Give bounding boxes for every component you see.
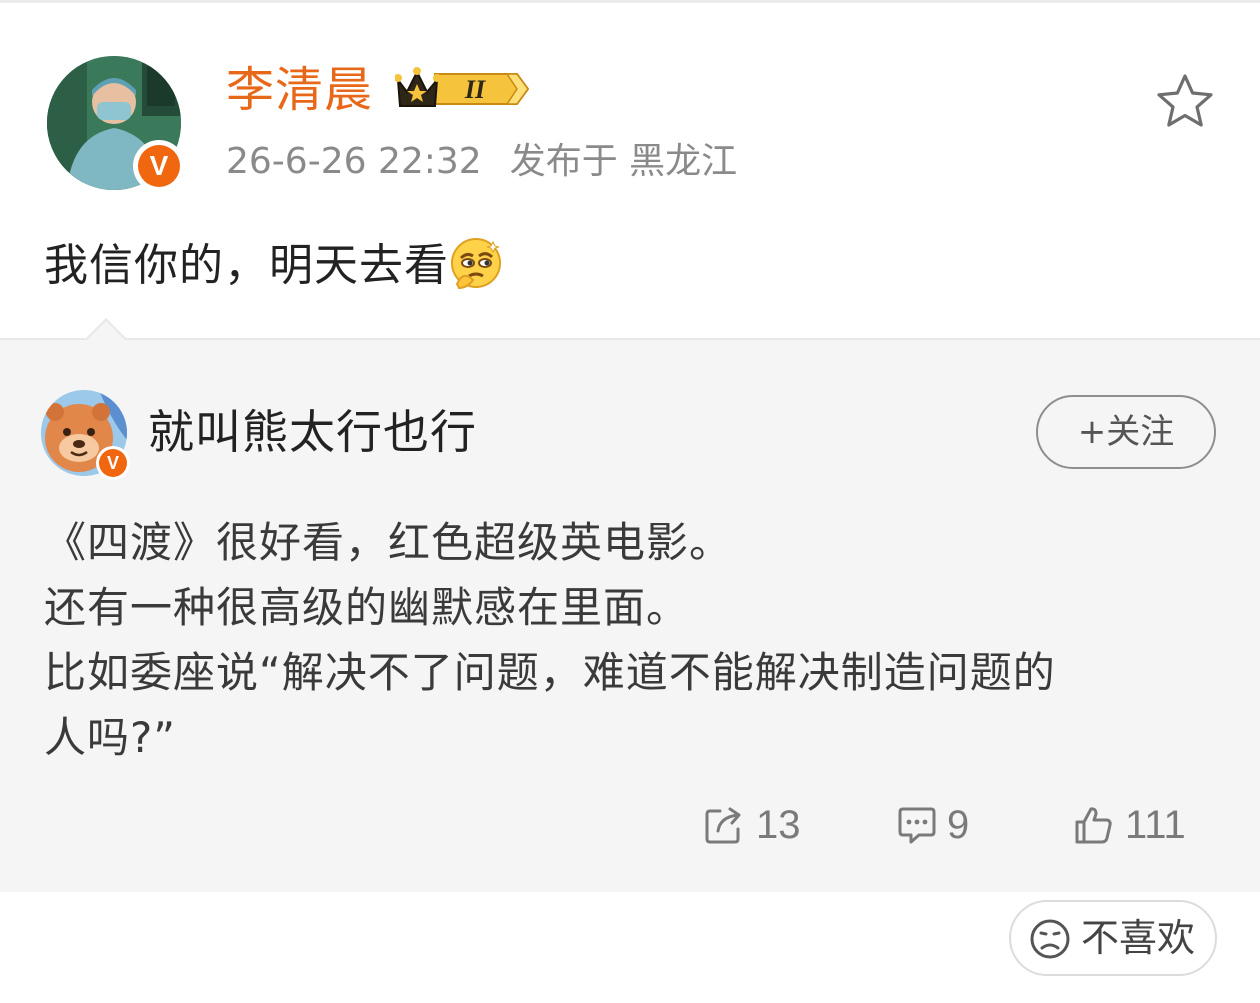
quote-pointer-fill: [86, 321, 126, 341]
like-button[interactable]: 111: [1073, 797, 1193, 853]
follow-button[interactable]: +关注: [1036, 395, 1216, 469]
sad-face-icon: [1030, 919, 1070, 959]
quoted-post-text: 《四渡》很好看，红色超级英电影。 还有一种很高级的幽默感在里面。 比如委座说“解…: [44, 510, 1234, 770]
quoted-text-line: 人吗?”: [44, 713, 177, 762]
quoted-text-line: 比如委座说“解决不了问题，难道不能解决制造问题的: [44, 648, 1056, 697]
post-location: 发布于 黑龙江: [509, 141, 738, 182]
repost-icon: [705, 807, 741, 844]
quoted-author-name[interactable]: 就叫熊太行也行: [148, 402, 477, 462]
comment-button[interactable]: 9: [897, 797, 977, 853]
post-content: 我信你的，明天去看: [44, 236, 503, 295]
favorite-star-button[interactable]: [1155, 72, 1215, 130]
thumbs-up-icon: [1075, 807, 1112, 844]
weibo-post-page: V 李清晨 II 26-6-26 22:32 发布于 黑龙江 我信你的，明天去看: [0, 0, 1260, 1003]
repost-button[interactable]: 13: [704, 797, 804, 853]
level-badge-text: II: [464, 75, 486, 104]
post-time: 26-6-26 22:32: [226, 141, 482, 182]
quoted-verified-badge: V: [96, 446, 130, 480]
quoted-text-line: 《四渡》很好看，红色超级英电影。: [44, 518, 733, 567]
repost-count: 13: [756, 803, 801, 847]
dislike-button[interactable]: 不喜欢: [1009, 900, 1217, 976]
thinking-emoji-icon: [449, 236, 503, 290]
verified-badge: V: [133, 140, 185, 192]
comment-icon: [898, 807, 936, 844]
post-text: 我信你的，明天去看: [44, 240, 449, 291]
top-divider: [0, 0, 1260, 3]
dislike-label: 不喜欢: [1081, 916, 1196, 960]
like-count: 111: [1125, 803, 1186, 847]
quoted-text-line: 还有一种很高级的幽默感在里面。: [44, 583, 690, 632]
star-icon: [1157, 74, 1213, 127]
post-meta: 26-6-26 22:32 发布于 黑龙江: [226, 138, 737, 186]
crown-level-badge: II: [394, 66, 530, 112]
author-name[interactable]: 李清晨: [226, 60, 373, 120]
comment-count: 9: [947, 803, 970, 847]
